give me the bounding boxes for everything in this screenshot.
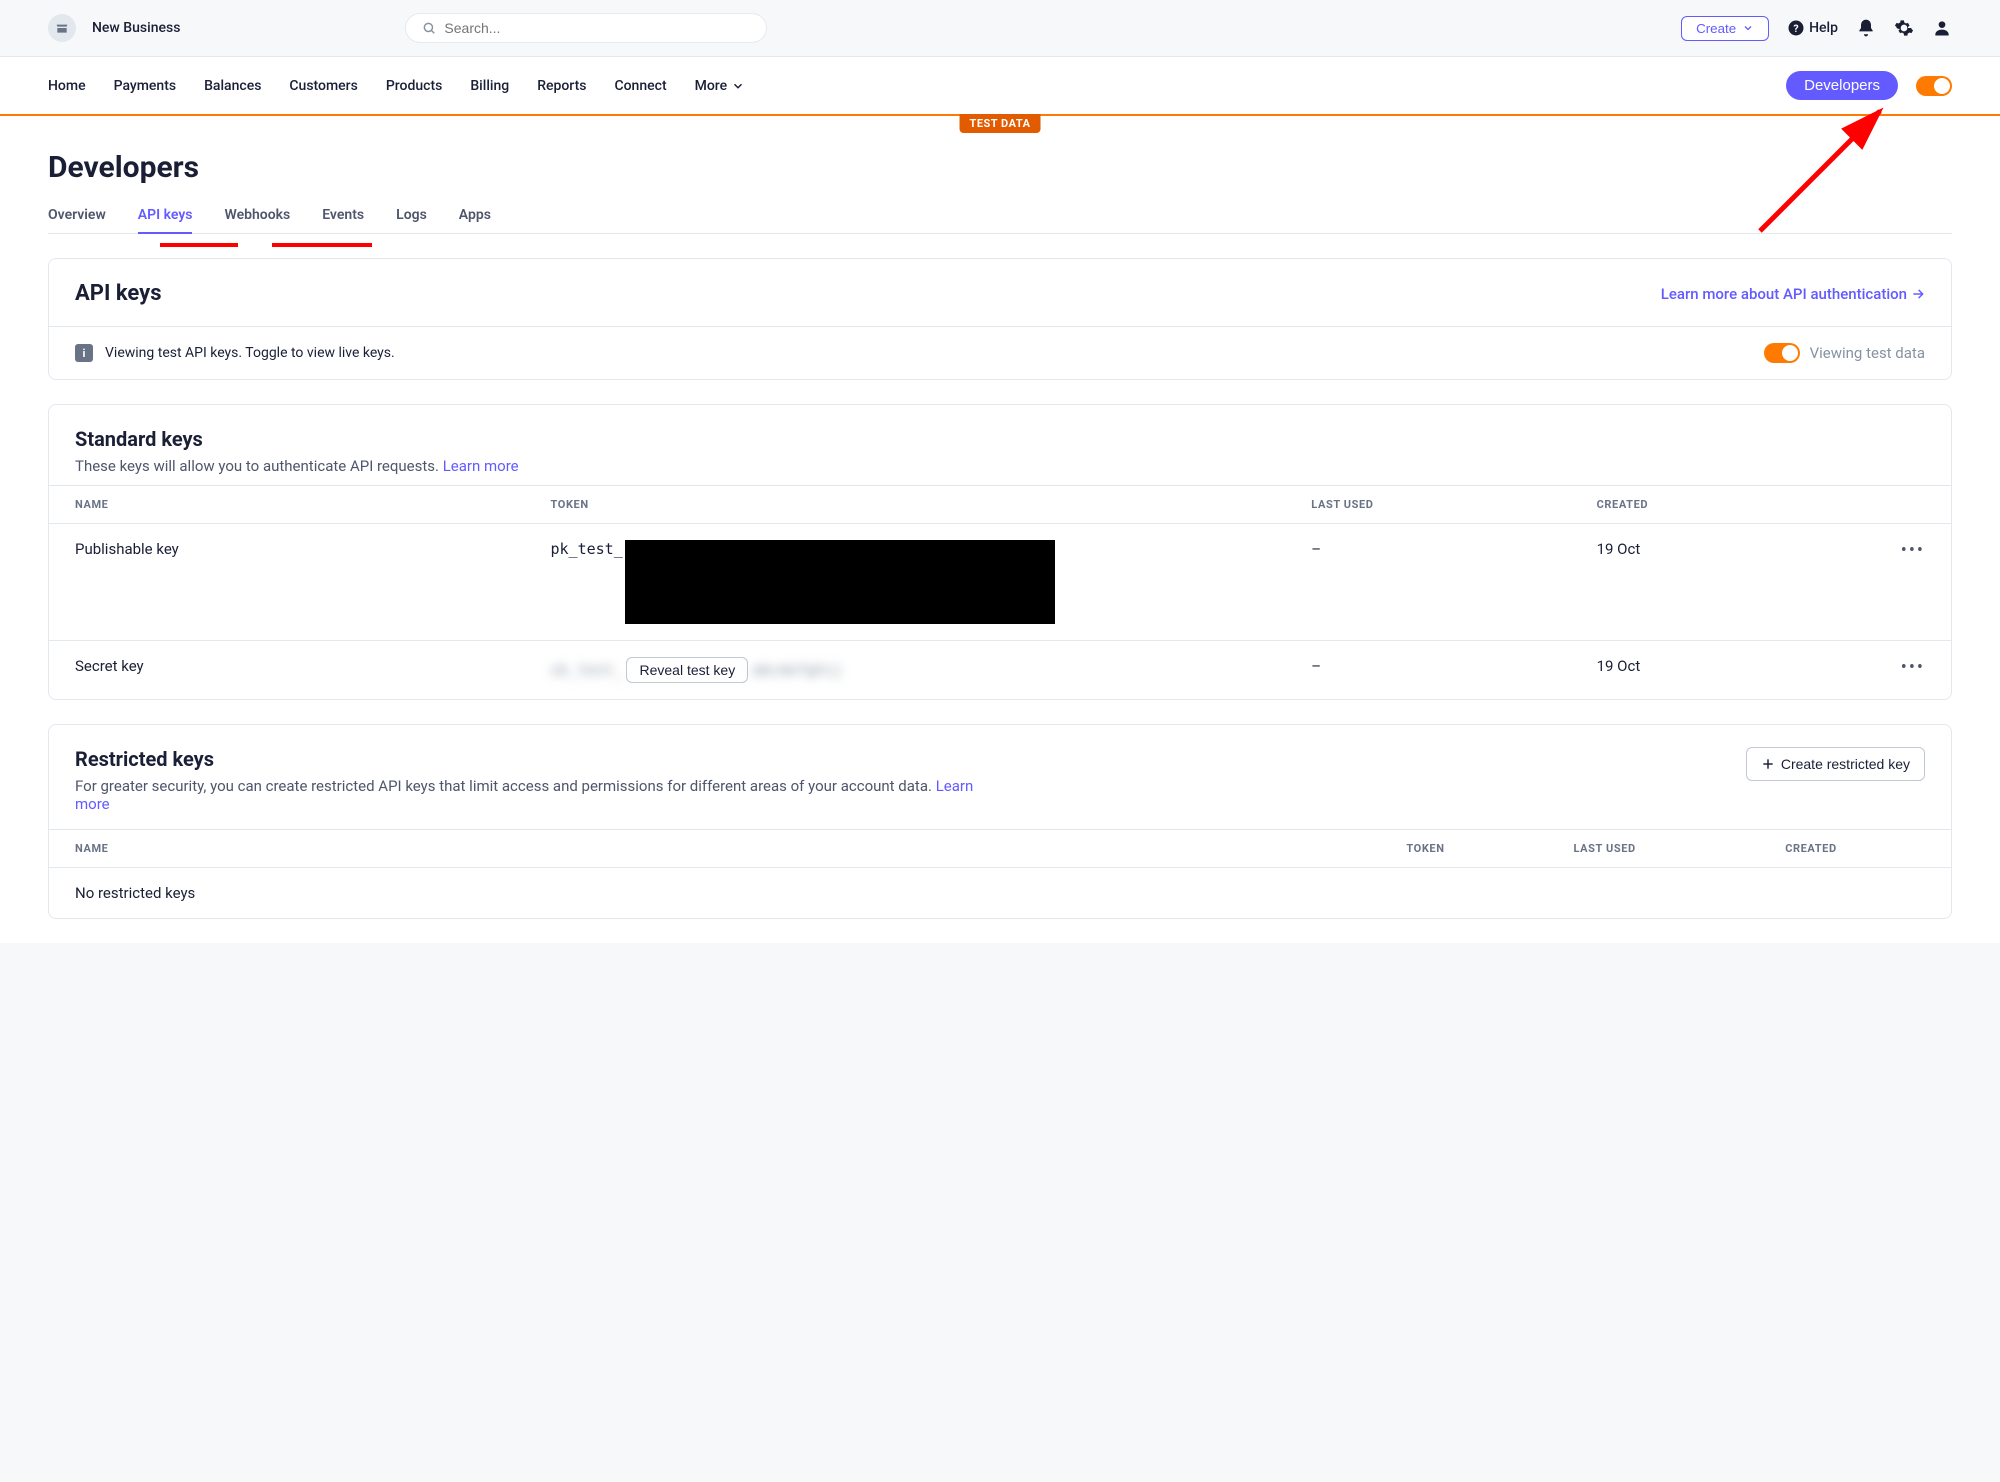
- nav-connect[interactable]: Connect: [614, 78, 666, 94]
- help-icon: ?: [1787, 19, 1805, 37]
- restricted-keys-description: For greater security, you can create res…: [75, 777, 975, 813]
- search-box[interactable]: [406, 14, 766, 42]
- standard-keys-title: Standard keys: [75, 427, 1925, 451]
- tab-api-keys[interactable]: API keys: [138, 201, 193, 233]
- col-last-used: LAST USED: [1548, 830, 1760, 868]
- create-button-label: Create: [1696, 21, 1736, 36]
- token-blurred: sk_test_: [551, 661, 623, 679]
- notifications-icon[interactable]: [1856, 18, 1876, 38]
- token-prefix: pk_test_: [551, 540, 623, 558]
- test-data-badge: TEST DATA: [960, 114, 1041, 133]
- row-menu-icon[interactable]: •••: [1901, 540, 1925, 561]
- nav-more-label: More: [695, 78, 728, 94]
- nav-balances[interactable]: Balances: [204, 78, 261, 94]
- row-menu-icon[interactable]: •••: [1901, 657, 1925, 678]
- info-row: i Viewing test API keys. Toggle to view …: [49, 326, 1951, 379]
- key-token-cell: sk_test_ Reveal test key abcdefghij: [525, 641, 1286, 700]
- nav-products[interactable]: Products: [386, 78, 443, 94]
- view-test-data-toggle[interactable]: [1764, 343, 1800, 363]
- nav-reports[interactable]: Reports: [537, 78, 586, 94]
- api-keys-title: API keys: [75, 281, 162, 306]
- create-restricted-label: Create restricted key: [1781, 756, 1910, 772]
- help-label: Help: [1809, 20, 1838, 36]
- developer-tabs: Overview API keys Webhooks Events Logs A…: [48, 201, 1952, 234]
- table-row: No restricted keys: [49, 868, 1951, 919]
- col-name: NAME: [49, 486, 525, 524]
- arrow-right-icon: [1911, 287, 1925, 301]
- token-redacted-block: [625, 540, 1055, 624]
- info-icon: i: [75, 344, 93, 362]
- learn-auth-link[interactable]: Learn more about API authentication: [1661, 285, 1925, 303]
- chevron-down-icon: [1742, 22, 1754, 34]
- col-token: TOKEN: [525, 486, 1286, 524]
- help-link[interactable]: ? Help: [1787, 19, 1838, 37]
- chevron-down-icon: [731, 79, 745, 93]
- main-nav: Home Payments Balances Customers Product…: [0, 57, 2000, 116]
- info-text: Viewing test API keys. Toggle to view li…: [105, 345, 395, 361]
- svg-text:?: ?: [1794, 22, 1799, 35]
- key-created: 19 Oct: [1571, 524, 1856, 641]
- standard-keys-table: NAME TOKEN LAST USED CREATED Publishable…: [49, 485, 1951, 699]
- search-icon: [422, 21, 436, 35]
- annotation-underline-2: [272, 243, 372, 247]
- settings-gear-icon[interactable]: [1894, 18, 1914, 38]
- api-keys-card: API keys Learn more about API authentica…: [48, 258, 1952, 380]
- profile-icon[interactable]: [1932, 18, 1952, 38]
- search-input[interactable]: [444, 20, 750, 36]
- business-icon[interactable]: [48, 14, 76, 42]
- key-created: 19 Oct: [1571, 641, 1856, 700]
- top-bar: New Business Create ? Help: [0, 0, 2000, 57]
- create-button[interactable]: Create: [1681, 16, 1769, 41]
- standard-learn-more-link[interactable]: Learn more: [443, 457, 519, 475]
- key-name: Secret key: [49, 641, 525, 700]
- business-name[interactable]: New Business: [92, 20, 180, 36]
- toggle-label: Viewing test data: [1810, 344, 1925, 362]
- nav-customers[interactable]: Customers: [289, 78, 357, 94]
- plus-icon: [1761, 757, 1775, 771]
- reveal-key-button[interactable]: Reveal test key: [626, 657, 748, 683]
- tab-apps[interactable]: Apps: [459, 201, 491, 233]
- col-name: NAME: [49, 830, 1380, 868]
- page-title: Developers: [48, 150, 1952, 185]
- standard-keys-card: Standard keys These keys will allow you …: [48, 404, 1952, 700]
- table-row: Secret key sk_test_ Reveal test key abcd…: [49, 641, 1951, 700]
- col-created: CREATED: [1571, 486, 1856, 524]
- restricted-keys-table: NAME TOKEN LAST USED CREATED No restrict…: [49, 829, 1951, 918]
- key-last-used: –: [1285, 641, 1570, 700]
- create-restricted-key-button[interactable]: Create restricted key: [1746, 747, 1925, 781]
- restricted-keys-card: Restricted keys For greater security, yo…: [48, 724, 1952, 919]
- restricted-keys-title: Restricted keys: [75, 747, 975, 771]
- page-content: Developers Overview API keys Webhooks Ev…: [0, 116, 2000, 943]
- nav-payments[interactable]: Payments: [114, 78, 177, 94]
- learn-auth-label: Learn more about API authentication: [1661, 285, 1907, 303]
- nav-more[interactable]: More: [695, 78, 746, 94]
- topbar-right: Create ? Help: [1681, 16, 1952, 41]
- nav-home[interactable]: Home: [48, 78, 86, 94]
- annotation-underline-1: [160, 243, 238, 247]
- test-mode-toggle[interactable]: [1916, 76, 1952, 96]
- empty-state: No restricted keys: [49, 868, 1951, 919]
- tab-overview[interactable]: Overview: [48, 201, 106, 233]
- standard-keys-description: These keys will allow you to authenticat…: [75, 457, 1925, 475]
- col-token: TOKEN: [1380, 830, 1547, 868]
- key-token-cell[interactable]: pk_test_: [525, 524, 1286, 641]
- col-last-used: LAST USED: [1285, 486, 1570, 524]
- key-last-used: –: [1285, 524, 1570, 641]
- nav-billing[interactable]: Billing: [470, 78, 509, 94]
- token-blurred: abcdefghij: [752, 661, 842, 679]
- col-created: CREATED: [1759, 830, 1951, 868]
- tab-logs[interactable]: Logs: [396, 201, 427, 233]
- tab-webhooks[interactable]: Webhooks: [224, 201, 290, 233]
- developers-button[interactable]: Developers: [1786, 71, 1898, 100]
- tab-events[interactable]: Events: [322, 201, 364, 233]
- table-row: Publishable key pk_test_ – 19 Oct •••: [49, 524, 1951, 641]
- key-name: Publishable key: [49, 524, 525, 641]
